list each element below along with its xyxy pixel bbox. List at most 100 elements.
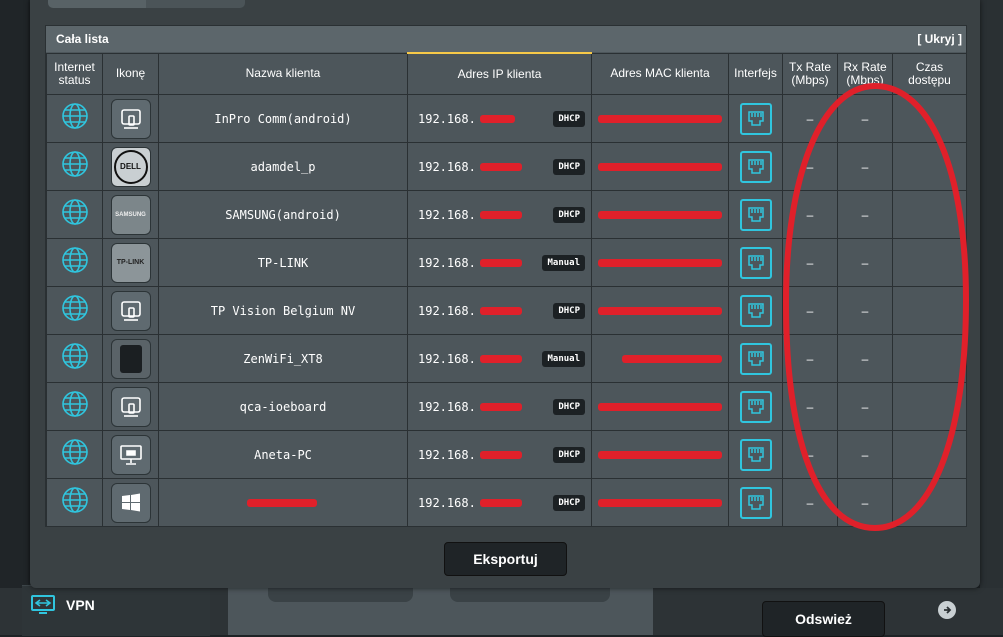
client-ip: 192.168. [418,303,476,318]
client-ip: 192.168. [418,111,476,126]
windows-logo-icon[interactable] [110,482,151,523]
ethernet-port-icon[interactable] [739,198,772,231]
refresh-button[interactable]: Odswież [762,601,885,637]
redaction-mark [598,210,722,219]
ip-mode-badge: DHCP [553,302,585,319]
sidebar-item-label: VPN [66,597,95,613]
client-list-panel: Cała lista [ Ukryj ] Internet status Iko… [45,25,967,527]
table-row[interactable]: DELL adamdel_p 192.168. DHCP – – [46,142,967,191]
redaction-mark [480,210,522,219]
tx-rate: – [806,447,814,462]
dell-logo-icon[interactable]: DELL [110,146,151,187]
column-header-icon[interactable]: Ikonę [102,52,159,95]
column-header-internet-status[interactable]: Internet status [46,52,103,95]
client-ip: 192.168. [418,351,476,366]
tx-rate: – [806,399,814,414]
rx-rate: – [861,255,869,270]
ethernet-port-icon[interactable] [739,246,772,279]
main-content-bottom [228,588,653,635]
client-name: qca-ioeboard [239,399,327,414]
ip-mode-badge: Manual [542,350,585,367]
ip-mode-badge: DHCP [553,494,585,511]
column-header-tx-rate[interactable]: Tx Rate (Mbps) [782,52,838,95]
table-row[interactable]: SAMSUNG SAMSUNG(android) 192.168. DHCP – … [46,190,967,239]
export-button[interactable]: Eksportuj [444,542,567,576]
background-left [0,0,28,635]
column-header-mac[interactable]: Adres MAC klienta [591,52,729,95]
table-row[interactable]: TP Vision Belgium NV 192.168. DHCP – – [46,286,967,335]
column-header-rx-rate[interactable]: Rx Rate (Mbps) [837,52,893,95]
table-row[interactable]: Aneta-PC 192.168. DHCP – – [46,430,967,479]
router-tower-icon[interactable] [110,338,151,379]
table-row[interactable]: TP-LINK TP-LINK 192.168. Manual – – [46,238,967,287]
rx-rate: – [861,447,869,462]
globe-icon[interactable] [61,102,89,135]
tx-rate: – [806,351,814,366]
redaction-mark [480,162,522,171]
generic-device-icon[interactable] [110,386,151,427]
tx-rate: – [806,495,814,510]
ethernet-port-icon[interactable] [739,342,772,375]
rx-rate: – [861,495,869,510]
table-row[interactable]: 192.168. DHCP – – [46,478,967,527]
ip-mode-badge: DHCP [553,446,585,463]
vpn-icon [30,594,56,616]
top-tab[interactable] [48,0,146,8]
table-row[interactable]: qca-ioeboard 192.168. DHCP – – [46,382,967,431]
tx-rate: – [806,111,814,126]
column-header-client-name[interactable]: Nazwa klienta [158,52,408,95]
globe-icon[interactable] [61,342,89,375]
client-ip: 192.168. [418,207,476,222]
column-header-interface[interactable]: Interfejs [728,52,783,95]
desktop-pc-icon[interactable] [110,434,151,475]
globe-icon[interactable] [61,150,89,183]
ethernet-port-icon[interactable] [739,102,772,135]
sidebar-item-vpn[interactable]: VPN [30,594,95,616]
client-name: TP Vision Belgium NV [210,303,356,318]
client-ip: 192.168. [418,447,476,462]
redaction-mark [598,498,722,507]
rx-rate: – [861,111,869,126]
table-row[interactable]: InPro Comm(android) 192.168. DHCP – – [46,94,967,143]
redaction-mark [598,114,722,123]
redaction-mark [247,498,317,507]
ip-mode-badge: DHCP [553,206,585,223]
globe-icon[interactable] [61,198,89,231]
hide-link[interactable]: [ Ukryj ] [917,32,962,46]
redaction-mark [598,306,722,315]
table-row[interactable]: ZenWiFi_XT8 192.168. Manual – – [46,334,967,383]
ethernet-port-icon[interactable] [739,150,772,183]
client-name: SAMSUNG(android) [225,207,341,222]
globe-icon[interactable] [61,294,89,327]
tplink-logo-icon[interactable]: TP-LINK [110,242,151,283]
redaction-mark [598,402,722,411]
panel-header: Cała lista [ Ukryj ] [46,26,966,52]
background-pill [450,588,610,602]
arrow-right-icon[interactable] [938,601,956,619]
globe-icon[interactable] [61,246,89,279]
column-header-access-time[interactable]: Czas dostępu [892,52,967,95]
ethernet-port-icon[interactable] [739,390,772,423]
ethernet-port-icon[interactable] [739,486,772,519]
redaction-mark [480,402,522,411]
client-ip: 192.168. [418,399,476,414]
client-name: Aneta-PC [254,447,312,462]
table-header-row: Internet status Ikonę Nazwa klienta Adre… [46,52,967,95]
redaction-mark [480,498,522,507]
redaction-mark [480,354,522,363]
dell-logo-text: DELL [113,149,148,184]
ethernet-port-icon[interactable] [739,438,772,471]
samsung-logo-icon[interactable]: SAMSUNG [110,194,151,235]
globe-icon[interactable] [61,486,89,519]
ethernet-port-icon[interactable] [739,294,772,327]
tx-rate: – [806,303,814,318]
generic-device-icon[interactable] [110,290,151,331]
top-tab[interactable] [146,0,245,8]
column-header-ip[interactable]: Adres IP klienta [407,52,592,95]
generic-device-icon[interactable] [110,98,151,139]
globe-icon[interactable] [61,390,89,423]
redaction-mark [598,450,722,459]
globe-icon[interactable] [61,438,89,471]
rx-rate: – [861,159,869,174]
tplink-logo-text: TP-LINK [116,259,145,266]
